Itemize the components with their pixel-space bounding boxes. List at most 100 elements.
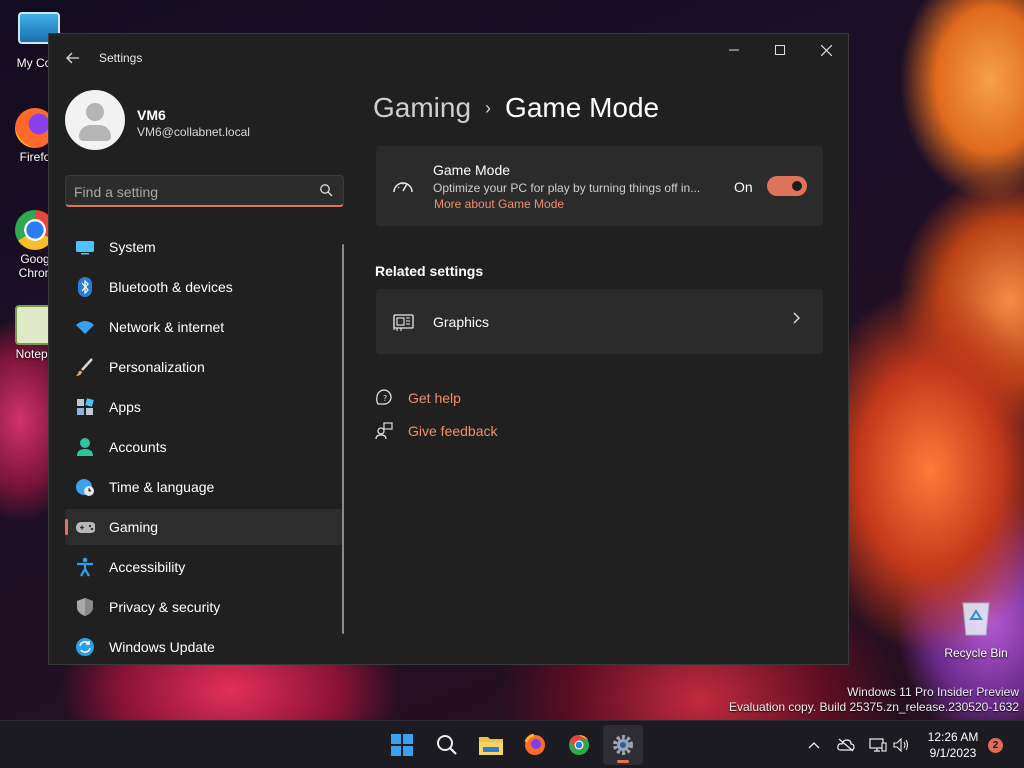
volume-icon	[893, 738, 909, 752]
breadcrumb: Gaming › Game Mode	[373, 92, 659, 124]
sidebar-scrollbar[interactable]	[342, 244, 344, 634]
cloud-offline-icon	[837, 738, 855, 752]
maximize-button[interactable]	[757, 34, 803, 66]
page-title: Game Mode	[505, 92, 660, 123]
user-name: VM6	[137, 107, 166, 123]
sidebar-item-label: Windows Update	[109, 639, 215, 655]
wifi-icon	[75, 317, 95, 337]
file-explorer-icon	[479, 737, 503, 755]
title-bar[interactable]: Settings	[49, 34, 848, 82]
taskbar-file-explorer[interactable]	[471, 725, 511, 765]
search-icon[interactable]	[319, 183, 333, 197]
windows-watermark: Windows 11 Pro Insider Preview Evaluatio…	[729, 685, 1019, 715]
active-app-indicator	[617, 760, 629, 763]
update-icon	[75, 637, 95, 657]
avatar[interactable]	[65, 90, 125, 150]
accounts-icon	[75, 437, 95, 457]
search-input[interactable]	[74, 182, 304, 202]
breadcrumb-separator: ›	[485, 97, 492, 118]
graphics-label: Graphics	[433, 314, 490, 330]
sidebar-item-label: Accessibility	[109, 559, 186, 575]
sidebar-item-privacy-security[interactable]: Privacy & security	[65, 589, 344, 625]
maximize-icon	[775, 45, 785, 55]
taskbar-chrome[interactable]	[559, 725, 599, 765]
sidebar-item-time-language[interactable]: Time & language	[65, 469, 344, 505]
game-mode-toggle[interactable]	[767, 176, 807, 196]
give-feedback-link[interactable]: Give feedback	[375, 422, 498, 440]
sidebar-nav: System Bluetooth & devices Network & int…	[65, 229, 344, 664]
avatar-body	[79, 125, 111, 141]
sidebar-item-label: Gaming	[109, 519, 159, 535]
brush-icon	[75, 357, 95, 377]
watermark-edition: Windows 11 Pro Insider Preview	[847, 685, 1019, 699]
get-help-link[interactable]: ? Get help	[375, 389, 461, 407]
sidebar-item-personalization[interactable]: Personalization	[65, 349, 344, 385]
sidebar-item-label: System	[109, 239, 156, 255]
speedometer-icon	[392, 175, 414, 197]
sidebar-item-network-internet[interactable]: Network & internet	[65, 309, 344, 345]
start-icon	[391, 734, 413, 756]
watermark-build: Evaluation copy. Build 25375.zn_release.…	[729, 700, 1019, 714]
sidebar-item-label: Privacy & security	[109, 599, 221, 615]
sidebar-item-label: Network & internet	[109, 319, 225, 335]
game-mode-card: Game Mode Optimize your PC for play by t…	[376, 146, 823, 226]
sidebar-item-label: Personalization	[109, 359, 205, 375]
show-hidden-icons-button[interactable]	[804, 735, 824, 755]
toggle-state-label: On	[734, 179, 753, 195]
settings-window: Settings VM6 VM6@collabnet.local System …	[48, 33, 849, 665]
breadcrumb-parent[interactable]: Gaming	[373, 92, 471, 124]
graphics-card[interactable]: Graphics	[376, 289, 823, 354]
game-mode-title: Game Mode	[433, 162, 511, 178]
globe-clock-icon	[75, 477, 95, 497]
taskbar: 12:26 AM 9/1/2023 2	[0, 720, 1024, 768]
taskbar-firefox[interactable]	[515, 725, 555, 765]
gamepad-icon	[75, 517, 95, 537]
apps-icon	[75, 397, 95, 417]
related-settings-heading: Related settings	[375, 263, 484, 279]
sidebar-item-accessibility[interactable]: Accessibility	[65, 549, 344, 585]
minimize-icon	[729, 49, 739, 51]
sidebar-item-label: Apps	[109, 399, 141, 415]
more-about-game-mode-link[interactable]: More about Game Mode	[434, 197, 564, 211]
recycle-bin-icon	[962, 602, 990, 636]
give-feedback-label: Give feedback	[408, 423, 498, 439]
network-status-button[interactable]	[836, 735, 856, 755]
sidebar-item-gaming[interactable]: Gaming	[65, 509, 344, 545]
close-button[interactable]	[803, 34, 848, 66]
network-button[interactable]	[868, 735, 888, 755]
graphics-card-icon	[392, 311, 414, 333]
help-icon: ?	[375, 389, 393, 407]
taskbar-search-button[interactable]	[427, 725, 467, 765]
app-title: Settings	[99, 51, 143, 65]
game-mode-description: Optimize your PC for play by turning thi…	[433, 181, 701, 195]
search-box	[65, 175, 344, 207]
system-icon	[75, 237, 95, 257]
svg-text:?: ?	[383, 394, 387, 403]
search-icon	[437, 735, 457, 755]
minimize-button[interactable]	[711, 34, 757, 66]
chrome-icon	[569, 734, 589, 755]
sidebar-item-system[interactable]: System	[65, 229, 344, 265]
avatar-head	[86, 103, 104, 121]
sidebar-item-label: Time & language	[109, 479, 215, 495]
sidebar-item-windows-update[interactable]: Windows Update	[65, 629, 344, 664]
taskbar-settings[interactable]	[603, 725, 643, 765]
recycle-bin-label: Recycle Bin	[944, 646, 1008, 660]
sidebar-item-bluetooth-devices[interactable]: Bluetooth & devices	[65, 269, 344, 305]
back-button[interactable]	[61, 46, 85, 70]
accessibility-icon	[75, 557, 95, 577]
volume-button[interactable]	[891, 735, 911, 755]
sidebar-item-accounts[interactable]: Accounts	[65, 429, 344, 465]
sidebar-item-apps[interactable]: Apps	[65, 389, 344, 425]
back-arrow-icon	[66, 52, 79, 64]
chevron-right-icon	[792, 311, 802, 330]
desktop-icon-recycle-bin[interactable]: Recycle Bin	[944, 597, 1008, 660]
toggle-knob	[792, 181, 802, 191]
get-help-label: Get help	[408, 390, 461, 406]
taskbar-clock[interactable]: 12:26 AM 9/1/2023	[922, 729, 984, 761]
bluetooth-icon	[75, 277, 95, 297]
notification-badge[interactable]: 2	[988, 738, 1003, 753]
user-email: VM6@collabnet.local	[137, 125, 250, 139]
start-button[interactable]	[382, 725, 422, 765]
close-icon	[820, 44, 832, 56]
